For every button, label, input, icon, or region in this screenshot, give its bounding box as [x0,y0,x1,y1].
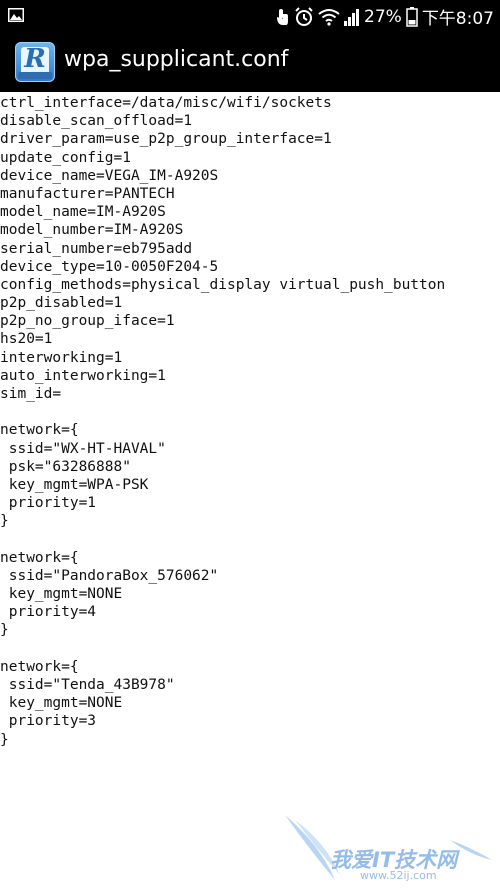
file-line: model_number=IM-A920S [0,222,184,239]
file-line: hs20=1 [0,331,53,348]
file-line: serial_number=eb795add [0,240,193,257]
file-line: key_mgmt=NONE [0,586,123,603]
file-line: device_name=VEGA_IM-A920S [0,167,219,184]
image-icon [8,7,24,22]
touch-icon [274,7,290,27]
watermark: 我爱IT技术网 www.52ij.com [280,810,495,885]
file-line: p2p_disabled=1 [0,295,123,312]
app-icon-letter: R [24,44,46,74]
watermark-url: www.52ij.com [360,869,437,882]
status-bar-right: 27% 下午8:07 [274,0,494,33]
file-line: driver_param=use_p2p_group_interface=1 [0,131,332,148]
file-line: network={ [0,658,79,675]
file-line: interworking=1 [0,349,123,366]
file-line: update_config=1 [0,149,131,166]
status-bar: 27% 下午8:07 [0,0,500,33]
file-line: device_type=10-0050F204-5 [0,258,219,275]
wifi-icon [318,8,340,26]
file-line: } [0,513,9,530]
alarm-clock-icon [294,6,314,27]
file-line: priority=1 [0,495,97,512]
file-content[interactable]: ctrl_interface=/data/misc/wifi/socketsdi… [0,94,500,749]
file-line: network={ [0,422,79,439]
status-time: 下午8:07 [421,9,494,29]
file-line: ssid="PandoraBox_576062" [0,567,219,584]
file-line: ssid="Tenda_43B978" [0,677,175,693]
action-bar: R wpa_supplicant.conf [0,33,500,92]
file-line: disable_scan_offload=1 [0,113,193,130]
battery-icon [406,6,418,27]
file-line: ssid="WX-HT-HAVAL" [0,440,166,457]
file-line: priority=3 [0,713,97,730]
file-line: key_mgmt=WPA-PSK [0,476,149,493]
file-line: } [0,622,9,639]
file-line: p2p_no_group_iface=1 [0,313,175,330]
battery-percent: 27% [364,6,402,27]
file-line: manufacturer=PANTECH [0,185,175,202]
file-line: config_methods=physical_display virtual_… [0,276,446,293]
file-line: model_name=IM-A920S [0,204,166,221]
file-line: psk="63286888" [0,458,131,475]
file-line: ctrl_interface=/data/misc/wifi/sockets [0,95,332,111]
page-title: wpa_supplicant.conf [64,47,289,72]
signal-icon [344,8,360,26]
file-line: priority=4 [0,604,97,621]
file-line: auto_interworking=1 [0,367,166,384]
file-line: sim_id= [0,386,62,402]
app-icon[interactable]: R [15,42,55,82]
file-line: network={ [0,549,79,566]
file-line: } [0,731,9,748]
file-line: key_mgmt=NONE [0,695,123,712]
